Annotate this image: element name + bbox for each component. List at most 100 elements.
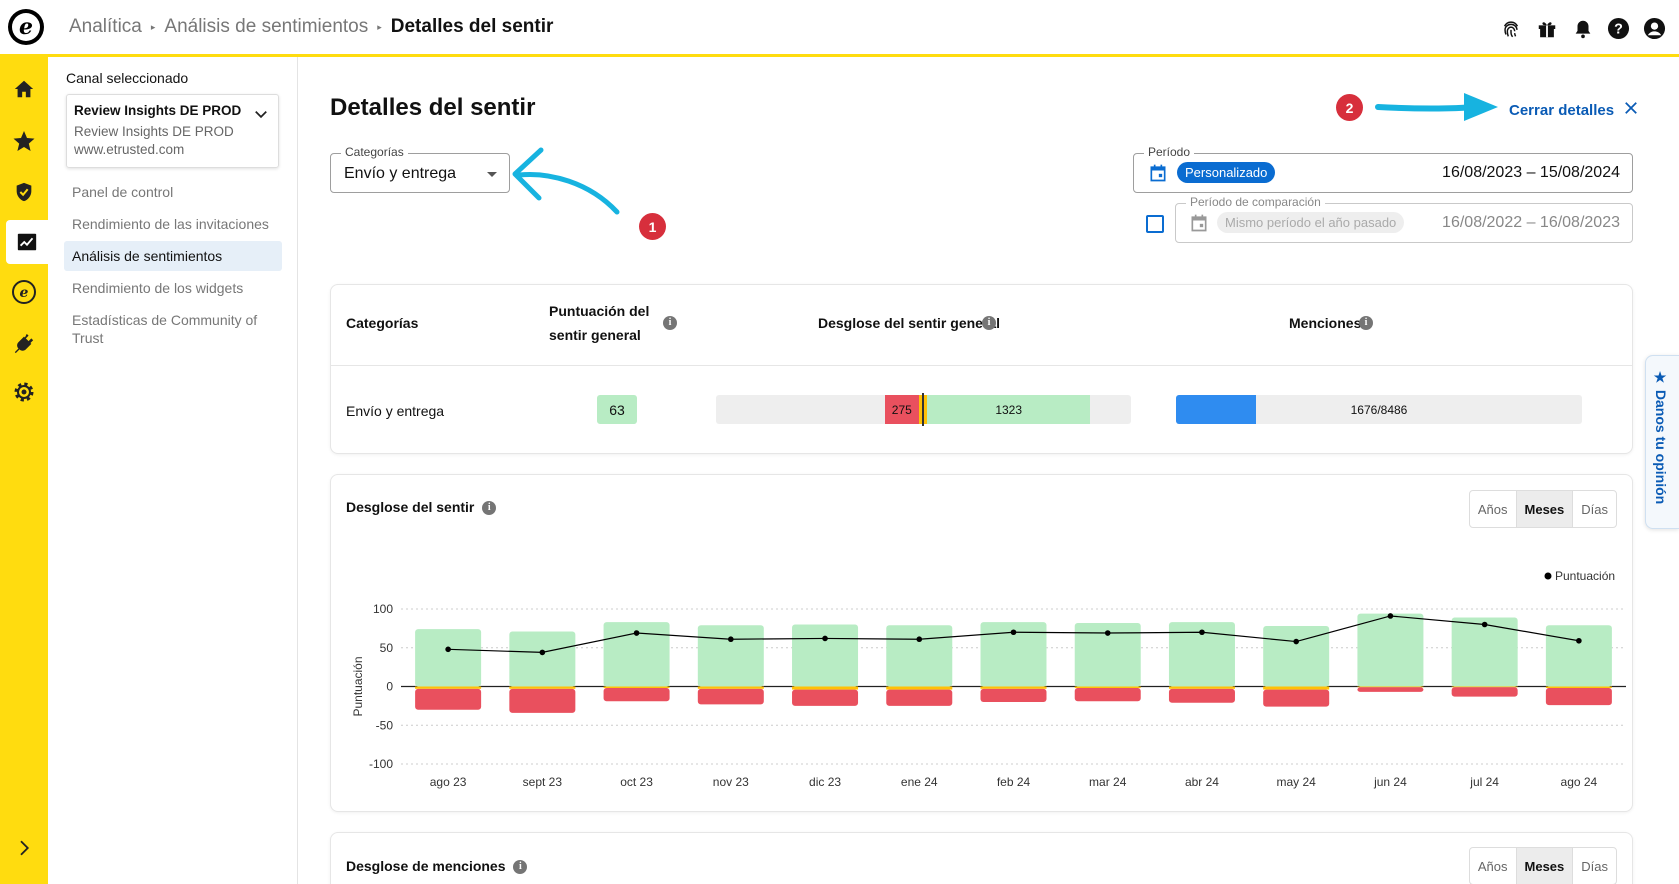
legend-marker [1544, 572, 1552, 580]
bar-neutral [415, 686, 482, 689]
comparison-label: Período de comparación [1186, 195, 1325, 209]
x-tick-label: jun 24 [1373, 775, 1407, 789]
score-point [1010, 629, 1017, 636]
close-details-label: Cerrar detalles [1509, 101, 1615, 119]
shield-check-icon[interactable] [0, 170, 48, 214]
fingerprint-icon[interactable] [1498, 16, 1523, 41]
annotation-arrow-1 [512, 147, 620, 215]
bar-negative [1074, 688, 1141, 702]
x-tick-label: jul 24 [1469, 775, 1499, 789]
close-icon [1624, 101, 1638, 119]
bar-negative [1545, 688, 1612, 706]
bar-negative [1168, 688, 1235, 703]
toggle-days[interactable]: Días [1573, 848, 1616, 884]
info-icon[interactable]: i [1359, 316, 1373, 330]
sidebar-item-community[interactable]: Estadísticas de Community of Trust [64, 305, 274, 353]
breakdown-center-marker [922, 393, 924, 426]
x-tick-label: may 24 [1277, 775, 1317, 789]
sidebar-item-panel[interactable]: Panel de control [64, 177, 282, 207]
period-preset-chip[interactable]: Personalizado [1177, 162, 1276, 183]
bar-negative [603, 688, 670, 702]
bar-neutral [697, 686, 764, 689]
bar-positive [792, 624, 859, 687]
bar-neutral [603, 686, 670, 689]
bar-neutral [1168, 686, 1235, 689]
top-bar: e Analítica ▸ Análisis de sentimientos ▸… [0, 0, 1679, 57]
category-select[interactable]: Categorías Envío y entrega [330, 145, 510, 193]
mentions-breakdown-card: Desglose de menciones i Años Meses Días [330, 832, 1633, 884]
period-field[interactable]: Período Personalizado 16/08/2023 – 15/08… [1133, 145, 1633, 193]
mentions-granularity-toggle[interactable]: Años Meses Días [1468, 847, 1617, 884]
annotation-badge-1: 1 [639, 213, 666, 240]
close-details-button[interactable]: Cerrar detalles [1509, 101, 1638, 119]
table-divider [331, 365, 1632, 366]
sidebar-title: Canal seleccionado [66, 70, 189, 86]
col-header-breakdown: Desglose del sentir general [818, 315, 1001, 331]
app-rail: e [0, 57, 48, 884]
breadcrumb-sentimientos[interactable]: Análisis de sentimientos [164, 16, 368, 38]
score-point [1481, 621, 1488, 628]
bar-neutral [980, 686, 1047, 689]
feedback-tab[interactable]: ★ Danos tu opinión [1645, 355, 1679, 529]
comparison-value: 16/08/2022 – 16/08/2023 [1442, 214, 1620, 231]
col-header-category: Categorías [346, 315, 419, 331]
bar-neutral [1451, 686, 1518, 688]
bar-negative [1357, 687, 1424, 692]
etrusted-logo-icon[interactable]: e [0, 270, 48, 314]
home-icon[interactable] [0, 67, 48, 111]
y-tick-label: -100 [369, 757, 393, 771]
sidebar-item-invitaciones[interactable]: Rendimiento de las invitaciones [64, 209, 282, 239]
breadcrumb: Analítica ▸ Análisis de sentimientos ▸ D… [69, 16, 553, 38]
sidebar-item-widgets[interactable]: Rendimiento de los widgets [64, 273, 282, 303]
analytics-icon[interactable] [6, 220, 48, 264]
expand-chevron-icon[interactable] [0, 826, 48, 870]
x-tick-label: abr 24 [1185, 775, 1219, 789]
score-point [633, 630, 640, 636]
info-icon[interactable]: i [663, 316, 677, 330]
bell-icon[interactable] [1570, 16, 1595, 41]
plug-icon[interactable] [0, 321, 48, 365]
y-tick-label: 50 [380, 641, 394, 655]
gift-icon[interactable] [1534, 16, 1559, 41]
bar-neutral [1263, 686, 1330, 690]
col-header-score: Puntuación del sentir general [549, 303, 650, 343]
toggle-months[interactable]: Meses [1516, 848, 1574, 884]
info-icon[interactable]: i [513, 860, 528, 875]
comparison-preset-chip[interactable]: Mismo período el año pasado [1217, 212, 1405, 233]
bar-neutral [886, 686, 953, 690]
bar-positive [1545, 625, 1612, 687]
channel-name: Review Insights DE PROD [74, 103, 242, 118]
x-tick-label: nov 23 [713, 775, 749, 789]
x-tick-label: sept 23 [523, 775, 563, 789]
breadcrumb-analitica[interactable]: Analítica [69, 16, 142, 38]
gear-icon[interactable] [0, 370, 48, 414]
comparison-field[interactable]: Período de comparación Mismo período el … [1175, 195, 1633, 243]
bar-positive [697, 625, 764, 687]
sidebar: Canal seleccionado Review Insights DE PR… [48, 57, 298, 884]
y-axis-label: Puntuación [351, 656, 365, 716]
score-point [445, 646, 451, 653]
channel-selector[interactable]: Review Insights DE PROD Review Insights … [66, 94, 279, 168]
comparison-checkbox[interactable] [1146, 215, 1164, 233]
score-point [1387, 613, 1394, 619]
toggle-years[interactable]: Años [1470, 848, 1517, 884]
score-point [1104, 630, 1111, 636]
x-tick-label: dic 23 [809, 775, 841, 789]
calendar-icon [1189, 213, 1209, 238]
info-icon[interactable]: i [982, 316, 996, 330]
help-icon[interactable]: ? [1606, 16, 1631, 41]
bar-neutral [1545, 686, 1612, 689]
sidebar-item-sentimientos[interactable]: Análisis de sentimientos [64, 241, 282, 271]
account-icon[interactable] [1642, 16, 1667, 41]
caret-down-icon [487, 172, 497, 177]
score-point [1293, 638, 1299, 645]
star-icon[interactable] [0, 119, 48, 163]
bar-positive [886, 625, 953, 687]
score-point [728, 636, 734, 643]
score-point [539, 649, 546, 656]
bar-negative [1451, 687, 1518, 697]
etrusted-logo[interactable]: e [8, 9, 44, 45]
mentions-bar: 1676/8486 [1176, 395, 1582, 424]
sentiment-breakdown-card: Desglose del sentir i Años Meses Días 10… [330, 474, 1633, 812]
y-tick-label: -50 [376, 718, 394, 732]
